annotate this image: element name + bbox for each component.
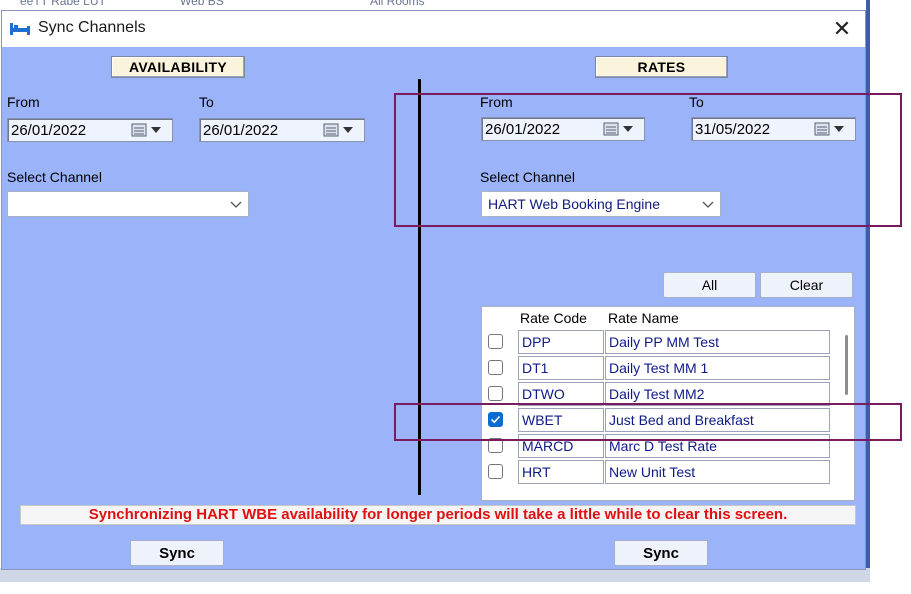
table-row[interactable]: MARCD Marc D Test Rate [482, 433, 854, 459]
rate-name-cell: Daily Test MM 1 [605, 356, 830, 380]
background-text: eeTT Rabe LUT [20, 0, 106, 8]
calendar-dropdown-icon[interactable] [602, 122, 638, 136]
sync-availability-button[interactable]: Sync [130, 540, 224, 566]
table-row[interactable]: DPP Daily PP MM Test [482, 329, 854, 355]
row-checkbox[interactable] [488, 438, 503, 453]
clear-button[interactable]: Clear [760, 272, 853, 298]
row-checkbox[interactable] [488, 386, 503, 401]
close-icon: ✕ [832, 16, 852, 41]
channel-value: HART Web Booking Engine [488, 196, 660, 212]
calendar-dropdown-icon[interactable] [813, 122, 849, 136]
rate-code-cell: WBET [518, 408, 604, 432]
rate-code-cell: MARCD [518, 434, 604, 458]
availability-channel-label: Select Channel [7, 169, 102, 185]
availability-channel-select[interactable] [7, 191, 249, 217]
grid-scrollbar[interactable] [845, 335, 848, 395]
table-row[interactable]: DT1 Daily Test MM 1 [482, 355, 854, 381]
availability-header: AVAILABILITY [111, 56, 245, 78]
background-footer [0, 568, 870, 582]
rates-channel-select[interactable]: HART Web Booking Engine [481, 191, 721, 217]
rates-grid: Rate Code Rate Name DPP Daily PP MM Test… [481, 306, 855, 501]
title-bar: Sync Channels ✕ [2, 11, 865, 47]
rate-name-cell: Daily PP MM Test [605, 330, 830, 354]
background-text: All Rooms [370, 0, 425, 8]
rates-to-label: To [689, 94, 704, 110]
row-checkbox[interactable] [488, 360, 503, 375]
grid-header: Rate Code Rate Name [482, 307, 854, 329]
checkmark-icon [490, 415, 501, 424]
rate-name-cell: Just Bed and Breakfast [605, 408, 830, 432]
column-header-rate-code: Rate Code [520, 310, 587, 326]
date-value: 26/01/2022 [203, 122, 279, 139]
window-title: Sync Channels [38, 19, 146, 36]
rates-from-date[interactable]: 26/01/2022 [481, 117, 645, 141]
rate-code-cell: HRT [518, 460, 604, 484]
close-button[interactable]: ✕ [819, 11, 865, 47]
availability-to-label: To [199, 94, 214, 110]
rate-code-cell: DTWO [518, 382, 604, 406]
row-checkbox[interactable] [488, 334, 503, 349]
rates-channel-label: Select Channel [480, 169, 575, 185]
row-checkbox-checked[interactable] [488, 412, 503, 427]
rates-from-label: From [480, 94, 513, 110]
row-checkbox[interactable] [488, 464, 503, 479]
table-row[interactable]: DTWO Daily Test MM2 [482, 381, 854, 407]
section-divider [418, 79, 421, 495]
rate-code-cell: DPP [518, 330, 604, 354]
chevron-down-icon [230, 201, 242, 208]
rate-code-cell: DT1 [518, 356, 604, 380]
date-value: 31/05/2022 [695, 121, 771, 138]
availability-to-date[interactable]: 26/01/2022 [199, 118, 365, 142]
table-row[interactable]: HRT New Unit Test [482, 459, 854, 485]
sync-rates-button[interactable]: Sync [614, 540, 708, 566]
table-row[interactable]: WBET Just Bed and Breakfast [482, 407, 854, 433]
rate-name-cell: Marc D Test Rate [605, 434, 830, 458]
column-header-rate-name: Rate Name [608, 310, 679, 326]
background-edge [866, 0, 870, 580]
calendar-dropdown-icon[interactable] [322, 123, 358, 137]
date-value: 26/01/2022 [11, 122, 87, 139]
rates-header: RATES [595, 56, 728, 78]
bed-icon [10, 23, 30, 35]
rate-name-cell: Daily Test MM2 [605, 382, 830, 406]
select-all-button[interactable]: All [663, 272, 756, 298]
sync-warning-message: Synchronizing HART WBE availability for … [20, 505, 856, 525]
calendar-dropdown-icon[interactable] [130, 123, 166, 137]
sync-channels-dialog: Sync Channels ✕ AVAILABILITY From To 26/… [1, 10, 866, 570]
availability-from-label: From [7, 94, 40, 110]
availability-from-date[interactable]: 26/01/2022 [7, 118, 173, 142]
rates-to-date[interactable]: 31/05/2022 [691, 117, 856, 141]
date-value: 26/01/2022 [485, 121, 561, 138]
rate-name-cell: New Unit Test [605, 460, 830, 484]
chevron-down-icon [702, 201, 714, 208]
background-text: Web BS [180, 0, 224, 8]
